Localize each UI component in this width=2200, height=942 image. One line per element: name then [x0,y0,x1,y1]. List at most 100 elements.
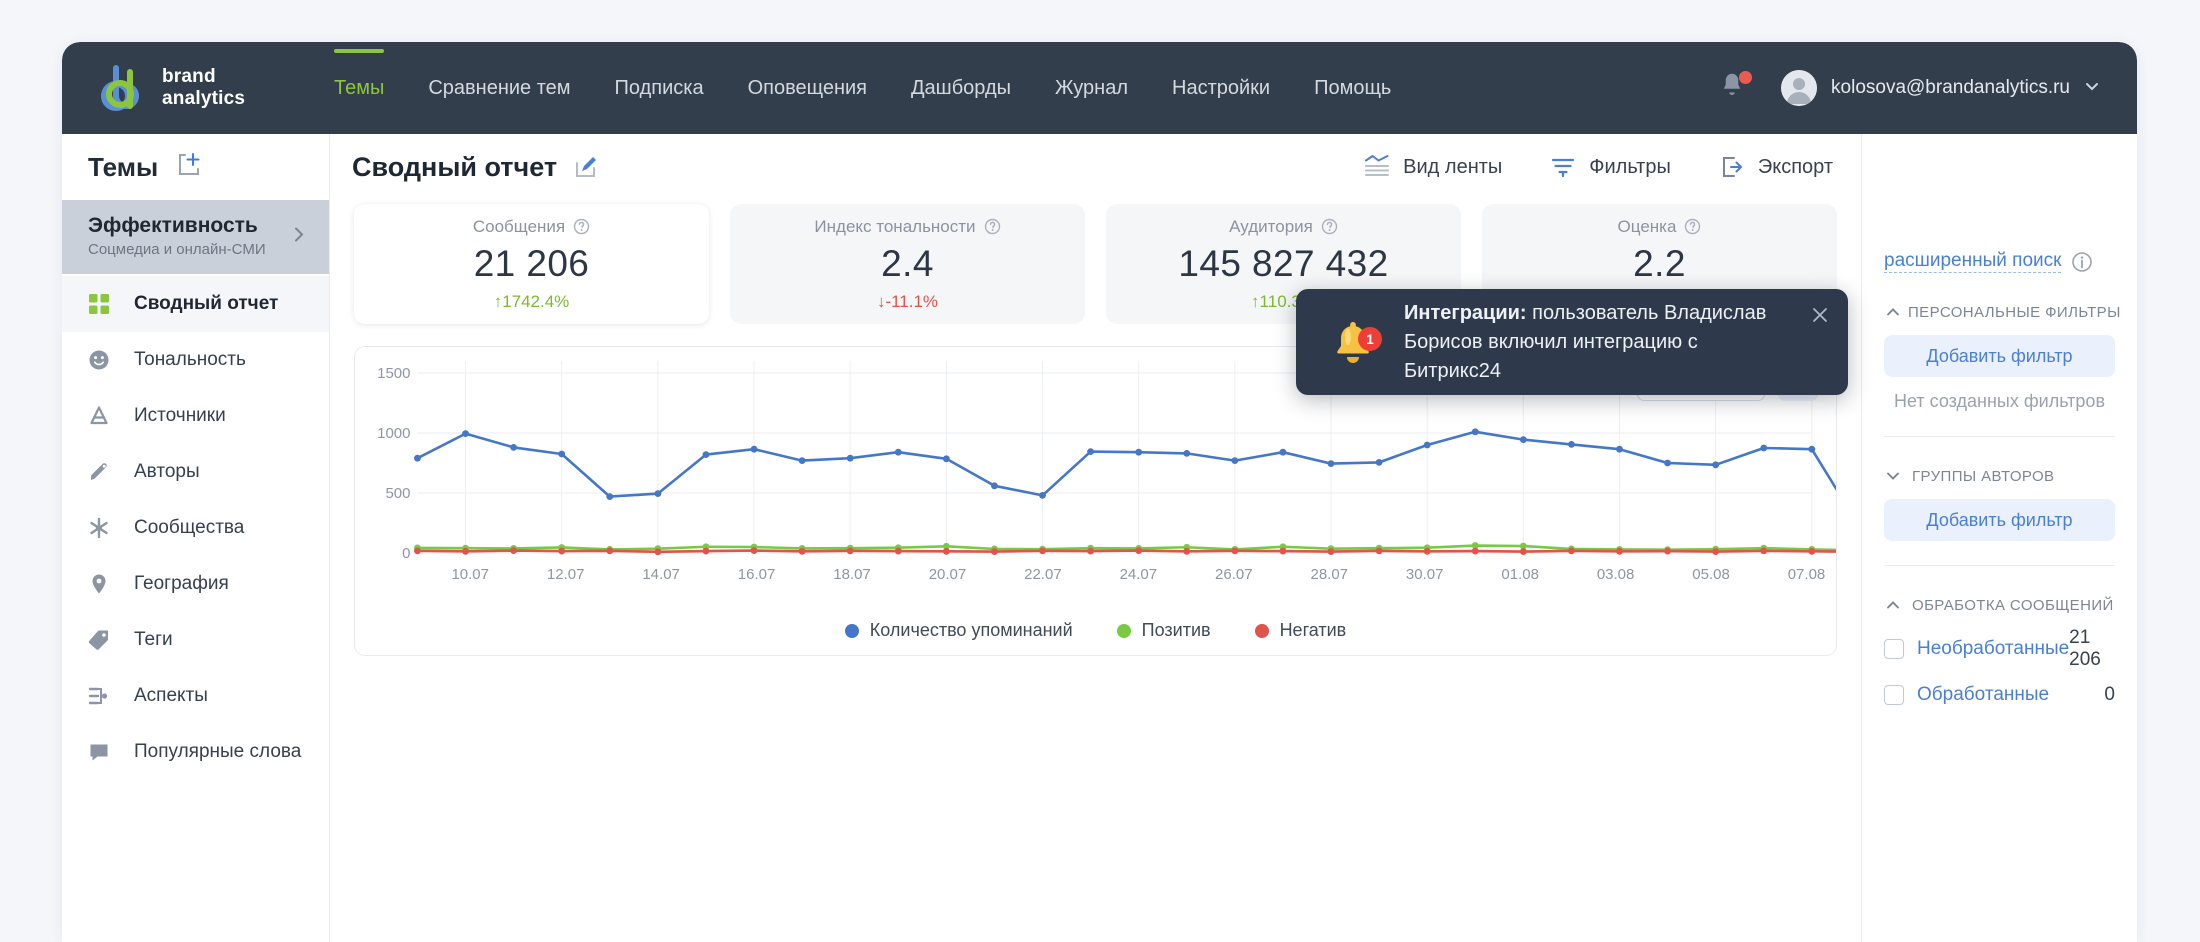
smiley-icon [88,349,118,371]
avatar[interactable] [1781,70,1818,106]
sidebar-item-label: Теги [134,629,173,650]
page-title: Сводный отчет [352,151,558,182]
processing-row-label[interactable]: Обработанные [1917,684,2049,706]
sidebar-topic-card[interactable]: Эффективность Соцмедиа и онлайн-СМИ [62,200,329,274]
toast-bell-icon: 1 [1316,313,1390,371]
chevron-up-icon[interactable] [1884,303,1902,321]
chevron-down-icon[interactable] [2083,77,2101,100]
sidebar-item-7[interactable]: Теги [62,612,329,668]
kpi-label: Аудитория [1229,217,1338,237]
legend-color-dot [844,623,859,638]
add-topic-icon[interactable] [176,152,202,183]
body-row: Темы Эффективность Соцмедиа и онлайн-СМИ [62,134,2137,942]
sidebar-item-label: Сводный отчет [134,293,279,314]
right-section-title: ОБРАБОТКА СООБЩЕНИЙ [1912,596,2114,614]
export-icon [1719,154,1745,180]
sidebar-item-8[interactable]: Аспекты [62,668,329,724]
sidebar-item-2[interactable]: Тональность [62,332,329,388]
chevron-down-icon[interactable] [1884,467,1906,485]
tag-icon [88,629,118,651]
notification-toast[interactable]: 1 Интеграции: пользователь Владислав Бор… [1296,289,1848,395]
checkbox[interactable] [1884,639,1904,659]
close-icon[interactable] [1810,305,1830,330]
arrow-up-icon: ↑ [493,291,503,311]
sources-icon [88,405,118,427]
sidebar-item-label: Тональность [134,349,246,370]
topic-subtitle: Соцмедиа и онлайн-СМИ [88,241,266,258]
sidebar-item-label: Авторы [134,461,200,482]
advanced-search-link[interactable]: расширенный поиск [1884,250,2062,273]
checkbox[interactable] [1884,685,1904,705]
advanced-search-row: расширенный поиск [1884,250,2115,273]
help-icon[interactable] [573,218,590,235]
top-nav-item-3[interactable]: Подписка [615,77,704,100]
sidebar-item-4[interactable]: Авторы [62,444,329,500]
kpi-value: 21 206 [473,242,590,284]
top-nav-item-7[interactable]: Настройки [1172,77,1270,100]
help-icon[interactable] [1684,218,1701,235]
grid-icon [88,293,118,315]
right-panel-sections: ПЕРСОНАЛЬНЫЕ ФИЛЬТРЫ Добавить фильтр Нет с… [1884,303,2120,706]
processing-row-1[interactable]: Необработанные 21 206 [1884,627,2115,671]
edit-title-icon[interactable] [573,154,599,180]
legend-item-2[interactable]: Позитив [1116,620,1211,641]
notifications-bell-icon[interactable] [1717,70,1753,106]
toolbar-button-2[interactable]: Фильтры [1550,154,1671,180]
processing-row-2[interactable]: Обработанные 0 [1884,684,2115,706]
sidebar-item-1[interactable]: Сводный отчет [62,276,329,332]
pen-icon [88,461,118,483]
kpi-card-2[interactable]: Индекс тональности 2.4 ↓-11.1% [730,204,1085,324]
top-nav-item-4[interactable]: Оповещения [748,77,867,100]
info-icon[interactable] [2071,251,2093,273]
sidebar-item-label: Источники [134,405,226,426]
legend-label: Количество упоминаний [869,620,1073,640]
arrow-up-icon: ↑ [1251,291,1260,311]
kpi-delta-value: -11.1% [885,291,939,311]
kpi-card-1[interactable]: Сообщения 21 206 ↑1742.4% [354,204,709,324]
top-nav-item-1[interactable]: Темы [334,48,385,100]
kpi-label: Индекс тональности [814,217,1000,237]
help-icon[interactable] [984,218,1001,235]
top-nav-item-2[interactable]: Сравнение тем [428,77,570,100]
processing-row-count: 0 [2104,684,2115,705]
chevron-right-icon[interactable] [289,225,309,250]
top-nav-item-6[interactable]: Журнал [1055,77,1128,100]
toolbar-button-1[interactable]: Вид ленты [1364,154,1502,180]
right-section-title: ГРУППЫ АВТОРОВ [1912,467,2055,485]
kpi-label-text: Аудитория [1229,216,1313,236]
sidebar-item-9[interactable]: Популярные слова [62,724,329,780]
top-nav-item-5[interactable]: Дашборды [911,77,1011,100]
processing-row-label[interactable]: Необработанные [1917,638,2069,660]
brand-logo[interactable]: brand analytics [96,62,334,114]
add-filter-button-2[interactable]: Добавить фильтр [1884,499,2115,541]
notification-dot [1739,71,1753,84]
user-email-label[interactable]: kolosova@brandanalytics.ru [1831,77,2070,99]
sidebar-item-3[interactable]: Источники [62,388,329,444]
sidebar-header: Темы [62,134,329,200]
community-icon [88,517,118,539]
divider [1884,565,2115,566]
toast-message-prefix: Интеграции: [1404,301,1527,324]
brand-line-1: brand [162,66,216,87]
top-nav-item-8[interactable]: Помощь [1314,77,1391,100]
chevron-up-icon[interactable] [1884,596,1906,614]
main-header: Сводный отчет Вид ленты Фильтры Экспорт [330,134,1861,200]
legend-item-3[interactable]: Негатив [1254,620,1346,641]
kpi-delta-value: 1742.4% [502,291,570,311]
right-section-header-1[interactable]: ПЕРСОНАЛЬНЫЕ ФИЛЬТРЫ [1884,303,2120,321]
sidebar-item-label: География [134,573,229,594]
right-filter-panel: расширенный поиск ПЕРСОНАЛЬНЫЕ ФИЛЬТРЫ До… [1861,134,2137,942]
filter-icon [1550,154,1576,180]
right-panel-spacer [1884,134,2115,200]
right-section-header-processing[interactable]: ОБРАБОТКА СООБЩЕНИЙ [1884,596,2115,614]
add-filter-button-1[interactable]: Добавить фильтр [1884,335,2115,377]
toast-badge: 1 [1358,327,1382,351]
right-section-title: ПЕРСОНАЛЬНЫЕ ФИЛЬТРЫ [1908,303,2121,321]
legend-item-1[interactable]: Количество упоминаний [844,620,1073,641]
right-section-header-2[interactable]: ГРУППЫ АВТОРОВ [1884,467,2115,485]
sidebar-item-6[interactable]: География [62,556,329,612]
sidebar-item-5[interactable]: Сообщества [62,500,329,556]
sidebar-item-label: Аспекты [134,685,208,706]
help-icon[interactable] [1321,218,1338,235]
toolbar-button-3[interactable]: Экспорт [1719,154,1833,180]
